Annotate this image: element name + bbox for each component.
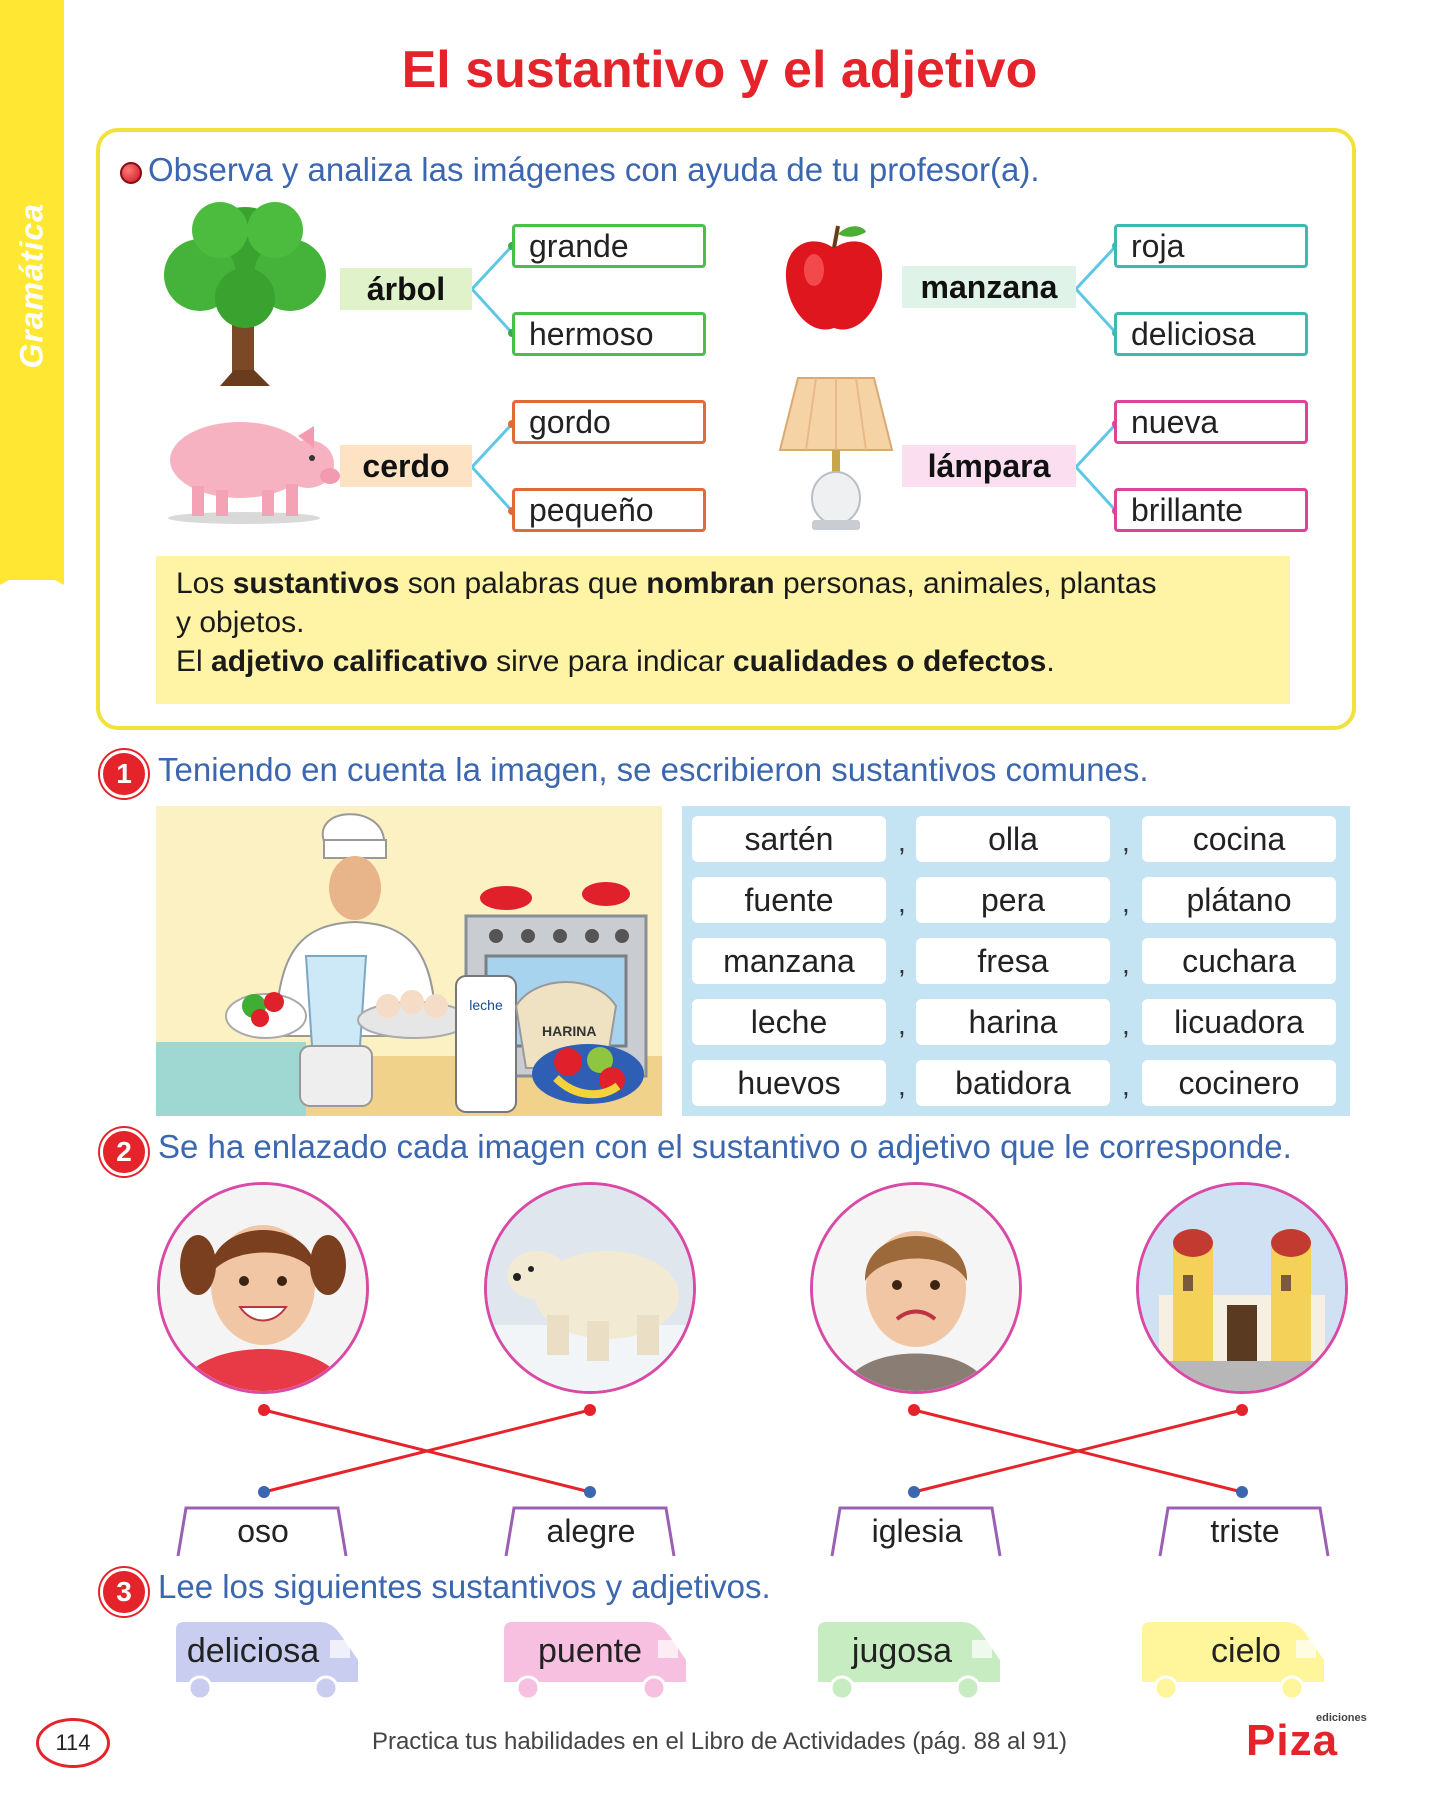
pig-connector (472, 420, 516, 515)
exercise-2-instruction: Se ha enlazado cada imagen con el sustan… (158, 1128, 1292, 1165)
section-tab-label: Gramática (13, 202, 50, 369)
rule-line-3: El adjetivo calificativo sirve para indi… (176, 645, 1055, 678)
rule-line-1: Los sustantivos son palabras que nombran… (176, 567, 1157, 600)
flour-label: HARINA (542, 1023, 596, 1039)
word-cell: sartén (692, 816, 886, 862)
rule-box: Los sustantivos son palabras que nombran… (156, 556, 1290, 704)
comma-separator: , (898, 948, 906, 979)
word-cell: manzana (692, 938, 886, 984)
noun-cerdo: cerdo (340, 445, 472, 487)
adj-roja: roja (1114, 224, 1308, 268)
word-cell: batidora (916, 1060, 1110, 1106)
comma-separator: , (1122, 887, 1130, 918)
word-cell: olla (916, 816, 1110, 862)
word-cell: cocina (1142, 816, 1336, 862)
intro-instruction: Observa y analiza las imágenes con ayuda… (148, 151, 1040, 188)
truck-3-word: jugosa (851, 1632, 953, 1670)
exercise-1-number: 1 (100, 750, 148, 798)
word-cell: plátano (1142, 877, 1336, 923)
label-triste: triste (1210, 1513, 1280, 1549)
truck-1-word: deliciosa (186, 1632, 320, 1670)
exercise-1-instruction: Teniendo en cuenta la imagen, se escribi… (158, 751, 1149, 788)
pig-illustration (168, 422, 340, 524)
happy-girl-photo (157, 1182, 369, 1394)
footer-text: Practica tus habilidades en el Libro de … (371, 1728, 1068, 1755)
word-cell: leche (692, 999, 886, 1045)
comma-separator: , (1122, 826, 1130, 857)
apple-illustration (785, 225, 883, 330)
adj-nueva: nueva (1114, 400, 1308, 444)
comma-separator: , (898, 1009, 906, 1040)
kitchen-illustration: leche HARINA (156, 806, 662, 1116)
bullet-icon (120, 162, 142, 184)
word-cell: licuadora (1142, 999, 1336, 1045)
label-alegre: alegre (546, 1513, 636, 1549)
comma-separator: , (898, 887, 906, 918)
publisher-logo: Piza (1246, 1716, 1339, 1765)
comma-separator: , (1122, 1070, 1130, 1101)
section-tab-notch (0, 545, 64, 585)
word-cell: fresa (916, 938, 1110, 984)
church-photo (1136, 1182, 1348, 1394)
truck-2-word: puente (538, 1632, 642, 1670)
comma-separator: , (1122, 948, 1130, 979)
word-cell: pera (916, 877, 1110, 923)
noun-manzana: manzana (902, 266, 1076, 308)
rule-line-2: y objetos. (176, 606, 305, 639)
adj-grande: grande (512, 224, 706, 268)
label-iglesia: iglesia (871, 1513, 963, 1549)
exercise-3-instruction: Lee los siguientes sustantivos y adjetiv… (158, 1568, 771, 1605)
truck-4-word: cielo (1211, 1632, 1281, 1670)
adj-gordo: gordo (512, 400, 706, 444)
comma-separator: , (898, 1070, 906, 1101)
sad-girl-photo (810, 1182, 1022, 1394)
label-oso: oso (237, 1513, 289, 1549)
word-cell: cocinero (1142, 1060, 1336, 1106)
noun-arbol: árbol (340, 268, 472, 310)
lamp-illustration (778, 377, 894, 530)
adj-deliciosa: deliciosa (1114, 312, 1308, 356)
word-cell: harina (916, 999, 1110, 1045)
comma-separator: , (1122, 1009, 1130, 1040)
adj-brillante: brillante (1114, 488, 1308, 532)
page-title: El sustantivo y el adjetivo (401, 41, 1038, 99)
exercise-2-number: 2 (100, 1128, 148, 1176)
tree-illustration (164, 202, 326, 386)
exercise-3-number: 3 (100, 1568, 148, 1616)
adj-pequeno: pequeño (512, 488, 706, 532)
word-cell: huevos (692, 1060, 886, 1106)
adj-hermoso: hermoso (512, 312, 706, 356)
tree-connector (472, 242, 516, 337)
matching-lines (258, 1404, 1248, 1498)
comma-separator: , (898, 826, 906, 857)
word-cell: fuente (692, 877, 886, 923)
polar-bear-photo (484, 1182, 696, 1394)
noun-lampara: lámpara (902, 445, 1076, 487)
milk-label: leche (469, 997, 503, 1013)
word-cell: cuchara (1142, 938, 1336, 984)
